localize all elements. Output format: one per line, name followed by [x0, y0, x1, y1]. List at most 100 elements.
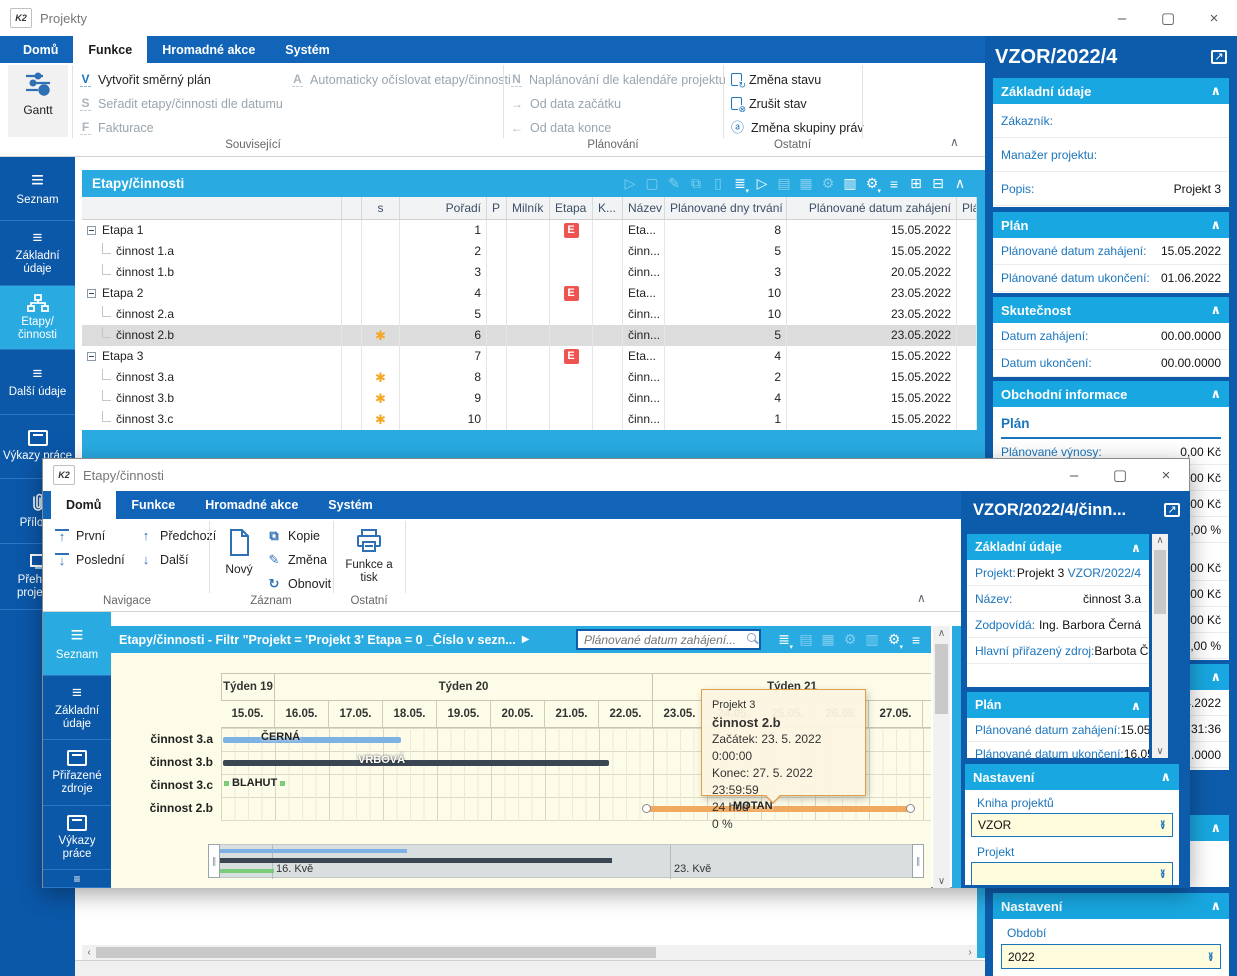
ribbon-item-od-data-konce[interactable]: ← Od data konce	[511, 117, 611, 138]
detail-scrollbar[interactable]: ∧ ∨	[1152, 534, 1168, 758]
ribbon-item-od-data-zacatku[interactable]: → Od data začátku	[511, 93, 621, 114]
bar-handle-icon[interactable]	[906, 804, 915, 813]
ribbon-item-posledni[interactable]: ↓ Poslední	[55, 549, 125, 570]
edit-icon[interactable]: ✎	[663, 175, 685, 192]
collapse-icon[interactable]: ∧	[1210, 898, 1221, 914]
columns-icon[interactable]: ▥	[861, 631, 883, 648]
play-icon[interactable]: ▷	[751, 175, 773, 192]
column-header-dny[interactable]: Plánované dny trvání	[665, 197, 787, 219]
gantt-row-label[interactable]: činnost 3.c	[111, 774, 213, 797]
gantt-row-label[interactable]: činnost 3.b	[111, 751, 213, 774]
minimize-button[interactable]: –	[1051, 459, 1097, 491]
chart-icon[interactable]: ▦	[795, 175, 817, 192]
collapse-toggle-icon[interactable]	[87, 352, 96, 361]
novy-button[interactable]: Nový	[217, 523, 261, 576]
gears-icon[interactable]: ⚙	[839, 631, 861, 648]
collapse-icon[interactable]: ∧	[1131, 540, 1141, 555]
maximize-button[interactable]: ▢	[1145, 0, 1191, 36]
sidebar-item-partial[interactable]: ≡	[43, 870, 111, 888]
collapse-icon[interactable]: ∧	[1210, 302, 1221, 318]
table-row[interactable]: Etapa 1 1 E Eta... 8 15.05.2022	[82, 220, 977, 241]
run-icon[interactable]: ▷	[619, 175, 641, 192]
gantt-bar-cerna[interactable]	[223, 737, 401, 743]
collapse-icon[interactable]: ∧	[1210, 669, 1221, 685]
copy-icon[interactable]: ⧉	[685, 175, 707, 192]
ribbon-item-kopie[interactable]: ⧉ Kopie	[267, 525, 320, 546]
ribbon-item-naplanovani[interactable]: N Naplánování dle kalendáře projektu	[511, 69, 726, 90]
ribbon-item-zrusit-stav[interactable]: ⊗ Zrušit stav	[731, 93, 807, 114]
collapse-icon[interactable]: ∧	[1160, 769, 1171, 785]
table-row[interactable]: činnost 1.b 3 činn... 3 20.05.2022	[82, 262, 977, 283]
gantt-minimap[interactable]: 16. Kvě 23. Kvě	[219, 844, 913, 879]
gears-icon[interactable]: ⚙	[817, 175, 839, 192]
tab-hromadne-akce[interactable]: Hromadné akce	[147, 36, 270, 63]
table-row[interactable]: činnost 2.a 5 činn... 10 23.05.2022	[82, 304, 977, 325]
tab-system[interactable]: Systém	[270, 36, 344, 63]
sidebar-item-vykazy-prace[interactable]: Výkazy práce	[43, 806, 111, 870]
minimize-button[interactable]: –	[1099, 0, 1145, 36]
table-row[interactable]: Etapa 3 7 E Eta... 4 15.05.2022	[82, 346, 977, 367]
search-input[interactable]	[576, 629, 761, 650]
column-header-milnik[interactable]: Milník	[507, 197, 550, 219]
tab-hromadne-akce[interactable]: Hromadné akce	[190, 491, 313, 519]
collapse-icon[interactable]: ∧	[1210, 217, 1221, 233]
column-header-p[interactable]: P	[487, 197, 507, 219]
columns-icon[interactable]: ▥	[839, 175, 861, 192]
ribbon-item-prvni[interactable]: ↑ První	[55, 525, 105, 546]
dropdown-icon[interactable]: ∨ ∨	[1160, 819, 1167, 831]
collapse-icon[interactable]: ∧	[1210, 820, 1221, 836]
scroll-up-icon[interactable]: ∧	[933, 626, 950, 640]
table-row-selected[interactable]: činnost 2.b ✱ 6 činn... 5 23.05.2022	[82, 325, 977, 346]
open-in-window-icon[interactable]: ↗	[1211, 50, 1227, 64]
column-header-k[interactable]: K...	[593, 197, 623, 219]
print-icon[interactable]: ▤	[795, 631, 817, 648]
table-row[interactable]: Etapa 2 4 E Eta... 10 23.05.2022	[82, 283, 977, 304]
sidebar-item-seznam[interactable]: ≡ Seznam	[43, 612, 111, 676]
kniha-projektu-select[interactable]: VZOR ∨ ∨	[971, 813, 1173, 837]
main-horizontal-scrollbar[interactable]: ‹ ›	[82, 945, 977, 960]
ribbon-item-zmena[interactable]: ✎ Změna	[267, 549, 327, 570]
window-add-icon[interactable]: ⊞	[905, 175, 927, 192]
ribbon-collapse-icon[interactable]: ∧	[950, 135, 959, 149]
filter-expand-icon[interactable]: ▶	[522, 634, 530, 645]
ribbon-collapse-icon[interactable]: ∧	[917, 591, 926, 605]
gantt-row-label[interactable]: činnost 3.a	[111, 728, 213, 751]
ribbon-item-dalsi[interactable]: ↓ Další	[139, 549, 189, 570]
layers-icon[interactable]: ≣ ▾	[729, 175, 751, 195]
close-button[interactable]: ×	[1191, 0, 1237, 36]
search-icon[interactable]	[747, 633, 756, 642]
tab-domu[interactable]: Domů	[51, 491, 117, 519]
ribbon-item-zmena-skupiny-prav[interactable]: ⓐ Změna skupiny práv	[731, 117, 864, 138]
table-row[interactable]: činnost 1.a 2 činn... 5 15.05.2022	[82, 241, 977, 262]
ribbon-item-seradit[interactable]: S Seřadit etapy/činnosti dle datumu	[80, 93, 283, 114]
table-row[interactable]: činnost 3.c ✱ 10 činn... 1 15.05.2022	[82, 409, 977, 430]
gantt-bar-blahut[interactable]: BLAHUT	[221, 777, 288, 789]
obdobi-select[interactable]: 2022 ∨ ∨	[1001, 944, 1221, 969]
scroll-thumb[interactable]	[1154, 550, 1166, 614]
scroll-thumb[interactable]	[935, 644, 948, 714]
close-button[interactable]: ×	[1143, 459, 1189, 491]
dropdown-icon[interactable]: ∨ ∨	[1160, 868, 1167, 880]
print-icon[interactable]: ▤	[773, 175, 795, 192]
column-header-etapa[interactable]: Etapa	[550, 197, 593, 219]
projekt-select[interactable]: ∨ ∨	[971, 862, 1173, 885]
collapse-icon[interactable]: ∧	[1210, 386, 1221, 402]
sidebar-item-seznam[interactable]: ≡ Seznam	[0, 157, 75, 221]
sidebar-item-dalsi-udaje[interactable]: ≡ Další údaje	[0, 350, 75, 415]
scroll-up-icon[interactable]: ∧	[1152, 534, 1168, 547]
new-icon[interactable]: ▢	[641, 175, 663, 192]
gear-icon[interactable]: ⚙ ▾	[883, 631, 905, 651]
sidebar-item-zakladni-udaje[interactable]: ≡ Základní údaje	[0, 221, 75, 286]
tab-system[interactable]: Systém	[313, 491, 387, 519]
gantt-row-label[interactable]: činnost 2.b	[111, 797, 213, 820]
scroll-down-icon[interactable]: ∨	[933, 874, 950, 888]
menu-icon[interactable]: ≡	[905, 632, 927, 648]
column-header-nazev[interactable]: Název	[623, 197, 665, 219]
column-header-poradi[interactable]: Pořadí	[400, 197, 487, 219]
gear-icon[interactable]: ⚙ ▾	[861, 175, 883, 195]
scroll-right-icon[interactable]: ›	[963, 945, 977, 960]
ribbon-item-fakturace[interactable]: F Fakturace	[80, 117, 154, 138]
gantt-bar-vrbova[interactable]	[223, 760, 609, 766]
sidebar-item-zakladni-udaje[interactable]: ≡ Základní údaje	[43, 676, 111, 740]
tab-funkce[interactable]: Funkce	[73, 36, 148, 63]
